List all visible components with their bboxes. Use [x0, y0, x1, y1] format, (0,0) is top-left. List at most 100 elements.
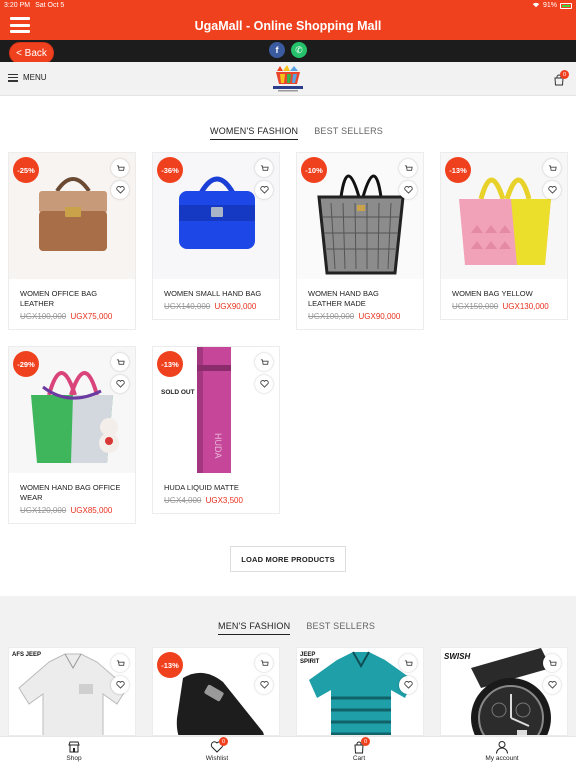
- product-image[interactable]: -13%: [153, 648, 279, 735]
- battery-icon: [560, 2, 572, 9]
- bottom-navigation: Shop 0 Wishlist 0 Cart My account: [0, 736, 576, 768]
- old-price: UGX100,000: [20, 311, 67, 321]
- product-image[interactable]: SWISH: [441, 648, 567, 735]
- product-price: UGX100,000 UGX75,000: [9, 309, 135, 329]
- product-price: UGX140,000 UGX90,000: [153, 299, 279, 319]
- old-price: UGX120,000: [20, 505, 67, 515]
- product-image[interactable]: HUDA -13% SOLD OUT: [153, 347, 279, 473]
- product-name[interactable]: WOMEN OFFICE BAG LEATHER: [9, 279, 135, 309]
- menu-button[interactable]: MENU: [8, 73, 47, 82]
- product-image[interactable]: -13%: [441, 153, 567, 279]
- product-name[interactable]: WOMEN BAG YELLOW: [441, 279, 567, 299]
- wishlist-count: 0: [219, 737, 228, 746]
- header-cart-count: 0: [560, 70, 569, 79]
- product-image[interactable]: -25%: [9, 153, 135, 279]
- product-card[interactable]: -29% WOMEN HAND BAG OFFICE WEAR UGX120,0…: [8, 346, 136, 524]
- wifi-icon: [532, 1, 540, 10]
- add-to-cart-icon[interactable]: [111, 159, 129, 177]
- product-card[interactable]: AFS JEEP: [8, 647, 136, 736]
- product-card[interactable]: -13% WOMEN BAG YELLOW UGX150,000 UGX130,…: [440, 152, 568, 320]
- discount-badge: -36%: [157, 157, 183, 183]
- nav-my-account[interactable]: My account: [462, 740, 542, 762]
- tab-womens-fashion[interactable]: WOMEN'S FASHION: [210, 126, 299, 140]
- discount-badge: -29%: [13, 351, 39, 377]
- add-to-cart-icon[interactable]: [255, 654, 273, 672]
- old-price: UGX100,000: [308, 311, 355, 321]
- product-card[interactable]: HUDA -13% SOLD OUT HUDA LIQUID MATTE UGX…: [152, 346, 280, 514]
- product-price: UGX100,000 UGX90,000: [297, 309, 423, 329]
- wishlist-heart-icon[interactable]: [111, 676, 129, 694]
- back-button[interactable]: < Back: [9, 42, 54, 64]
- add-to-cart-icon[interactable]: [255, 353, 273, 371]
- ugamall-logo[interactable]: [270, 65, 306, 93]
- product-name[interactable]: WOMEN HAND BAG OFFICE WEAR: [9, 473, 135, 503]
- battery-percent: 91%: [542, 2, 557, 9]
- hamburger-menu-icon[interactable]: [10, 17, 30, 33]
- mens-section-tabs: MEN'S FASHION BEST SELLERS: [218, 621, 375, 635]
- wishlist-heart-icon[interactable]: [255, 676, 273, 694]
- product-name[interactable]: HUDA LIQUID MATTE: [153, 473, 279, 493]
- nav-shop[interactable]: Shop: [34, 740, 114, 762]
- facebook-icon[interactable]: f: [269, 42, 285, 58]
- wishlist-heart-icon[interactable]: [255, 375, 273, 393]
- nav-cart-label: Cart: [352, 755, 366, 762]
- product-card[interactable]: -25% WOMEN OFFICE BAG LEATHER UGX100,000…: [8, 152, 136, 330]
- shop-icon: [67, 740, 81, 754]
- product-price: UGX4,000 UGX3,500: [153, 493, 279, 513]
- tab-mens-fashion[interactable]: MEN'S FASHION: [218, 621, 291, 635]
- wishlist-heart-icon[interactable]: [399, 676, 417, 694]
- cart-bag-icon: 0: [352, 737, 370, 754]
- add-to-cart-icon[interactable]: [399, 654, 417, 672]
- brand-logo-label: SWISH: [444, 652, 471, 661]
- womens-section-tabs: WOMEN'S FASHION BEST SELLERS: [210, 126, 383, 140]
- social-bar: [0, 40, 576, 62]
- heart-icon: 0: [210, 737, 228, 754]
- product-card[interactable]: JEEP SPIRIT: [296, 647, 424, 736]
- brand-logo-label: AFS JEEP: [12, 652, 42, 658]
- wishlist-heart-icon[interactable]: [399, 181, 417, 199]
- brand-logo-label: JEEP SPIRIT: [300, 652, 320, 665]
- sold-out-label: SOLD OUT: [161, 389, 195, 396]
- add-to-cart-icon[interactable]: [111, 654, 129, 672]
- product-image[interactable]: -10%: [297, 153, 423, 279]
- menu-icon: [8, 73, 18, 82]
- wishlist-heart-icon[interactable]: [111, 375, 129, 393]
- add-to-cart-icon[interactable]: [399, 159, 417, 177]
- product-image[interactable]: -29%: [9, 347, 135, 473]
- app-title: UgaMall - Online Shopping Mall: [194, 18, 382, 33]
- whatsapp-icon[interactable]: ✆: [291, 42, 307, 58]
- nav-wishlist[interactable]: 0 Wishlist: [177, 737, 257, 762]
- product-image[interactable]: -36%: [153, 153, 279, 279]
- wishlist-heart-icon[interactable]: [255, 181, 273, 199]
- app-header: UgaMall - Online Shopping Mall: [0, 11, 576, 40]
- nav-cart[interactable]: 0 Cart: [319, 737, 399, 762]
- product-card[interactable]: -13%: [152, 647, 280, 736]
- sale-price: UGX75,000: [70, 311, 113, 321]
- product-card[interactable]: SWISH: [440, 647, 568, 736]
- product-card[interactable]: -36% WOMEN SMALL HAND BAG UGX140,000 UGX…: [152, 152, 280, 320]
- discount-badge: -25%: [13, 157, 39, 183]
- wishlist-heart-icon[interactable]: [543, 676, 561, 694]
- add-to-cart-icon[interactable]: [543, 159, 561, 177]
- nav-account-label: My account: [485, 755, 519, 762]
- tab-mens-best-sellers[interactable]: BEST SELLERS: [306, 621, 375, 635]
- tab-womens-best-sellers[interactable]: BEST SELLERS: [314, 126, 383, 140]
- wishlist-heart-icon[interactable]: [111, 181, 129, 199]
- sale-price: UGX90,000: [358, 311, 401, 321]
- nav-shop-label: Shop: [66, 755, 82, 762]
- product-name[interactable]: WOMEN SMALL HAND BAG: [153, 279, 279, 299]
- product-name[interactable]: WOMEN HAND BAG LEATHER MADE: [297, 279, 423, 309]
- product-image[interactable]: AFS JEEP: [9, 648, 135, 735]
- add-to-cart-icon[interactable]: [543, 654, 561, 672]
- product-image[interactable]: JEEP SPIRIT: [297, 648, 423, 735]
- add-to-cart-icon[interactable]: [255, 159, 273, 177]
- status-date: Sat Oct 5: [35, 2, 65, 9]
- wishlist-heart-icon[interactable]: [543, 181, 561, 199]
- product-card[interactable]: -10% WOMEN HAND BAG LEATHER MADE UGX100,…: [296, 152, 424, 330]
- header-cart-icon[interactable]: 0: [553, 70, 569, 86]
- status-time: 3:20 PM: [4, 2, 31, 9]
- discount-badge: -10%: [301, 157, 327, 183]
- add-to-cart-icon[interactable]: [111, 353, 129, 371]
- cart-count: 0: [361, 737, 370, 746]
- load-more-button[interactable]: LOAD MORE PRODUCTS: [230, 546, 346, 572]
